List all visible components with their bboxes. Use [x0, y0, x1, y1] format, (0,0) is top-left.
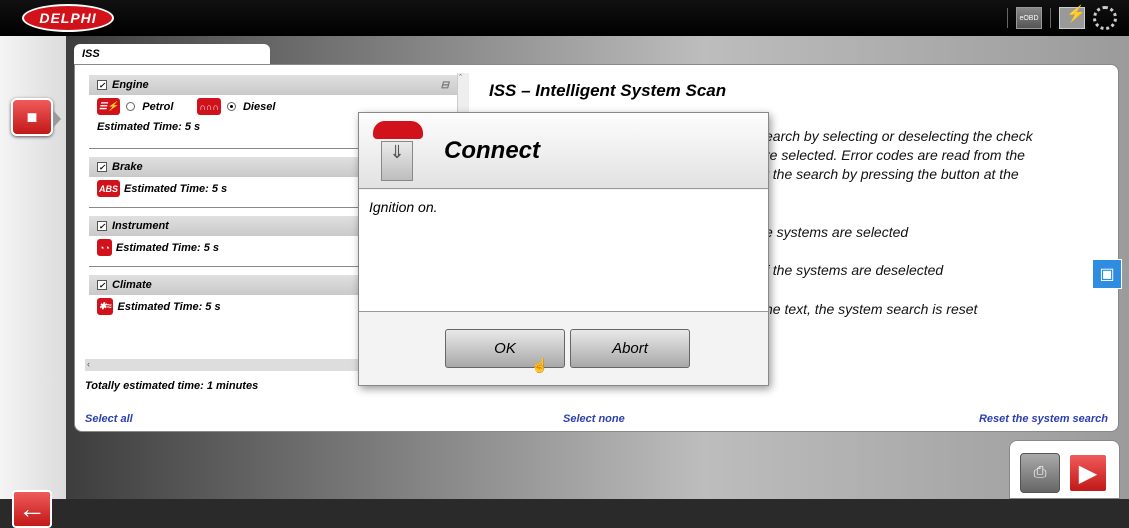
select-none-link[interactable]: Select none — [563, 413, 625, 425]
checkbox-brake[interactable]: ✓ — [97, 162, 107, 172]
climate-icon: ✱≈ — [97, 298, 114, 315]
estimated-time: Estimated Time: 5 s — [97, 121, 201, 133]
next-button[interactable]: ▶ — [1068, 453, 1108, 493]
checkbox-engine[interactable]: ✓ — [97, 80, 107, 90]
computer-connect-icon: ⇓ — [381, 141, 413, 181]
instrument-gauge-icon: ◔◔ — [97, 239, 112, 256]
abort-button[interactable]: Abort — [570, 329, 690, 368]
info-text-line: e systems are selected — [765, 224, 909, 240]
info-text-line: he text, the system search is reset — [765, 301, 978, 317]
battery-icon[interactable] — [1059, 4, 1086, 29]
bottom-action-panel: ⎙ ▶ — [1009, 440, 1120, 499]
system-name: Instrument — [112, 220, 169, 232]
info-text-line: re selected. Error codes are read from t… — [765, 147, 1025, 163]
info-text-line: f the systems are deselected — [765, 262, 944, 278]
vehicle-menu-button[interactable]: ■ — [11, 98, 61, 136]
system-header[interactable]: ✓ Engine ⊟ — [89, 75, 461, 95]
divider — [1007, 8, 1008, 28]
diesel-engine-icon: ∩∩∩ — [197, 98, 221, 115]
radio-petrol[interactable] — [126, 102, 136, 111]
screenshot-tool-icon[interactable]: ▣ — [1092, 259, 1122, 289]
diesel-label: Diesel — [242, 100, 276, 113]
play-right-icon: ▶ — [1078, 459, 1098, 487]
scroll-left-icon[interactable]: ‹ — [87, 359, 90, 369]
divider — [1050, 8, 1051, 28]
connection-spinner-icon — [1093, 6, 1117, 30]
dialog-header: ⇓ Connect — [359, 113, 768, 189]
delphi-logo: DELPHI — [22, 4, 114, 32]
reset-search-link[interactable]: Reset the system search — [979, 413, 1108, 425]
estimated-time: Estimated Time: 5 s — [115, 241, 219, 254]
top-icons: eOBD — [1007, 4, 1117, 30]
print-button[interactable]: ⎙ — [1020, 453, 1060, 493]
estimated-time: Estimated Time: 5 s — [117, 300, 221, 313]
scroll-up-icon[interactable]: ˆ — [459, 73, 462, 83]
eobd-icon[interactable]: eOBD — [1016, 7, 1042, 29]
mouse-pointer-icon: ☝ — [531, 357, 549, 373]
car-icon: ■ — [26, 106, 38, 127]
dialog-title: Connect — [444, 137, 540, 164]
left-sidebar: ■ ← — [0, 36, 66, 528]
system-name: Engine — [112, 79, 149, 91]
abs-icon: ABS — [97, 180, 121, 197]
total-estimated-time: Totally estimated time: 1 minutes — [85, 380, 259, 392]
car-icon — [373, 121, 423, 139]
collapse-icon[interactable]: ⊟ — [441, 80, 449, 91]
connect-dialog: ⇓ Connect Ignition on. OK Abort ☝ — [358, 112, 769, 386]
back-button[interactable]: ← — [12, 490, 52, 528]
checkbox-climate[interactable]: ✓ — [97, 280, 107, 290]
select-all-link[interactable]: Select all — [85, 413, 133, 425]
petrol-label: Petrol — [142, 100, 174, 113]
petrol-engine-icon: ☰⚡ — [97, 98, 121, 115]
printer-icon: ⎙ — [1033, 464, 1047, 481]
dialog-message: Ignition on. — [359, 190, 768, 312]
system-name: Climate — [112, 279, 152, 291]
info-title: ISS – Intelligent System Scan — [489, 81, 727, 100]
checkbox-instrument[interactable]: ✓ — [97, 221, 107, 231]
system-name: Brake — [112, 161, 143, 173]
top-bar: DELPHI eOBD — [0, 0, 1129, 36]
estimated-time: Estimated Time: 5 s — [124, 182, 228, 195]
radio-diesel[interactable] — [226, 102, 236, 111]
info-text-line: earch by selecting or deselecting the ch… — [765, 128, 1033, 144]
arrow-left-icon: ← — [18, 493, 46, 524]
info-text-line: t the search by pressing the button at t… — [765, 166, 1019, 182]
